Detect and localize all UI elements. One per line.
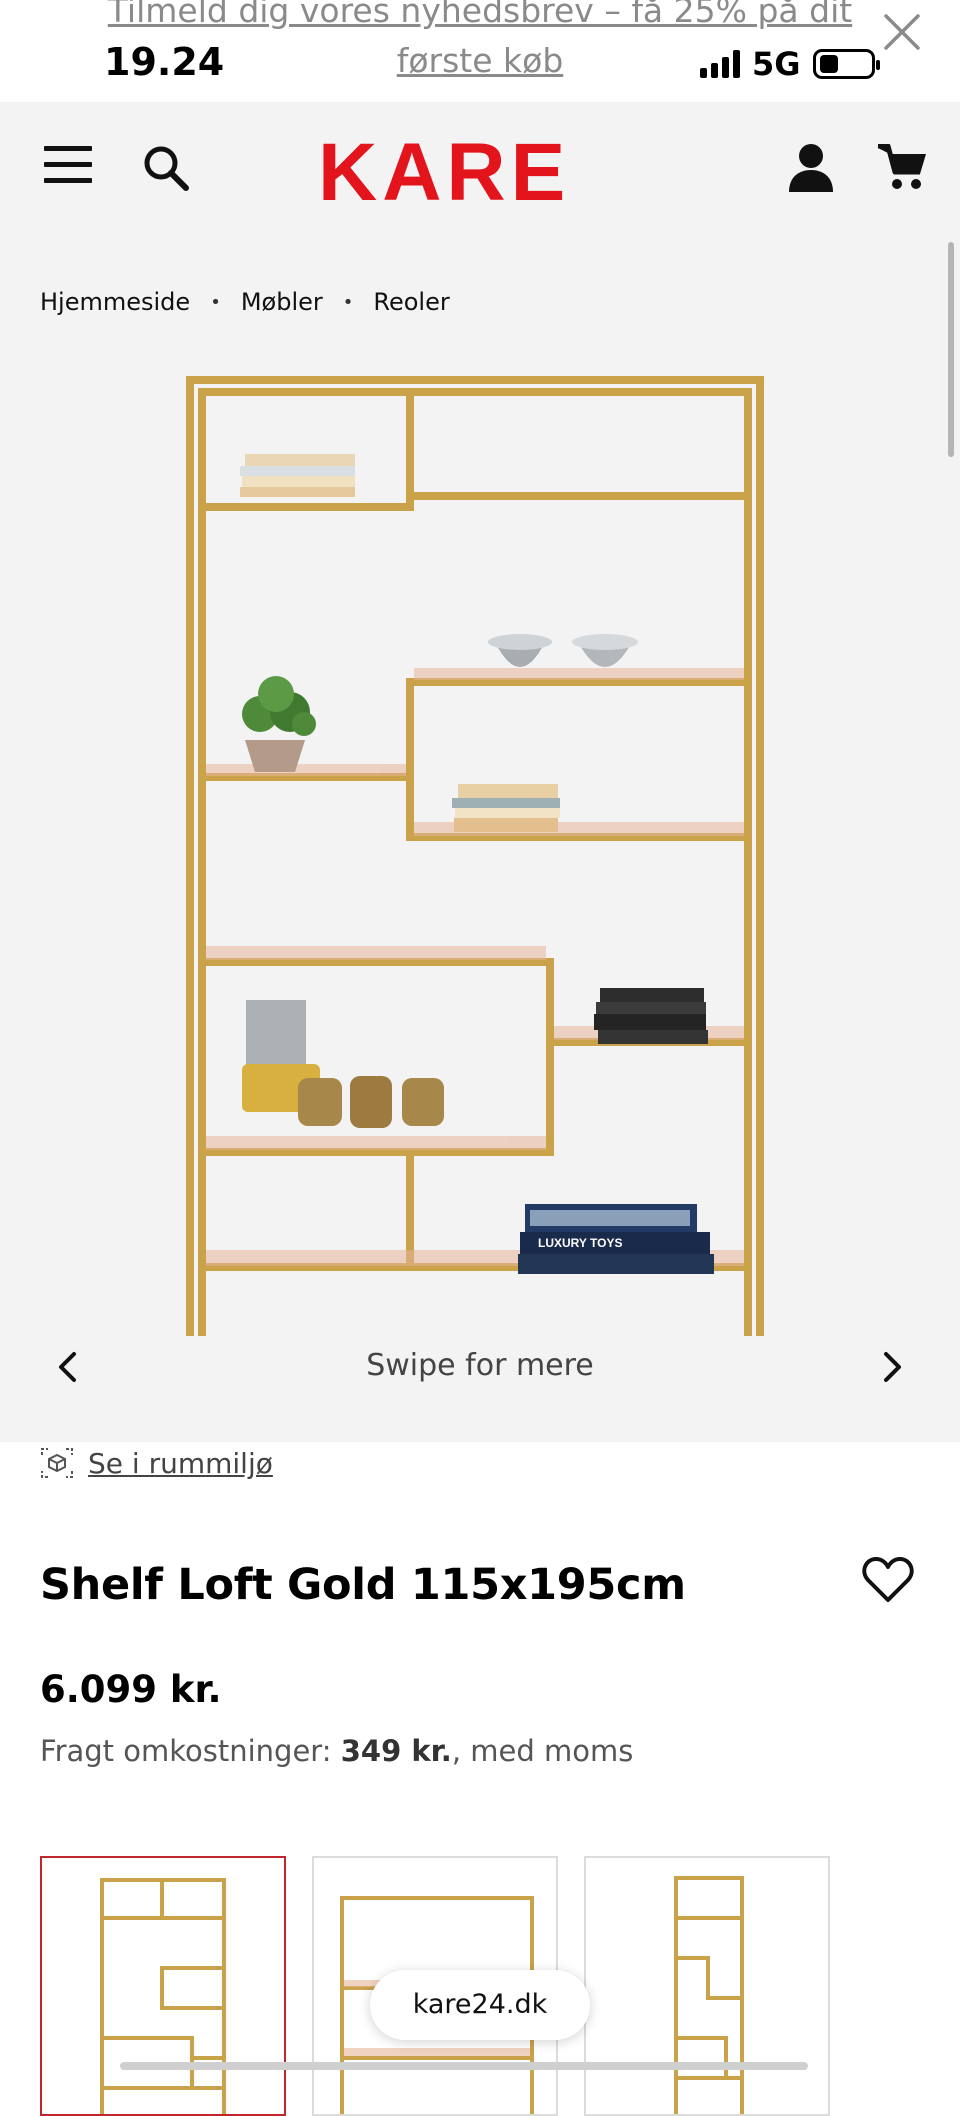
breadcrumb-home[interactable]: Hjemmeside [40, 288, 190, 316]
product-hero: KARE Hjemmeside • Møbler • Reoler LUXURY… [0, 102, 960, 1442]
product-title: Shelf Loft Gold 115x195cm [40, 1560, 686, 1610]
search-icon[interactable] [142, 144, 190, 192]
kare-logo[interactable]: KARE [318, 132, 570, 214]
shipping-suffix: , med moms [451, 1734, 634, 1768]
top-navigation: KARE [0, 102, 960, 232]
thumbnail-1-image [100, 1878, 226, 2114]
battery-icon [812, 49, 880, 79]
breadcrumb-furniture[interactable]: Møbler [241, 288, 323, 316]
close-promo-icon[interactable] [880, 10, 924, 54]
shipping-label: Fragt omkostninger: [40, 1734, 332, 1768]
breadcrumb-separator: • [210, 291, 221, 313]
url-bar[interactable]: kare24.dk [370, 1970, 590, 2040]
thumbnail-1[interactable] [40, 1856, 286, 2116]
scrollbar[interactable] [948, 242, 954, 457]
breadcrumb-separator: • [342, 291, 354, 313]
signal-icon [700, 50, 740, 78]
network-type: 5G [752, 45, 801, 83]
carousel-hint: Swipe for mere [366, 1348, 594, 1383]
heart-icon[interactable] [862, 1556, 914, 1604]
status-time: 19.24 [104, 40, 225, 84]
product-price: 6.099 kr. [40, 1668, 222, 1711]
thumbnail-3-image [674, 1876, 744, 2114]
breadcrumb-shelves[interactable]: Reoler [373, 288, 449, 316]
shipping-info: Fragt omkostninger: 349 kr., med moms [40, 1734, 633, 1768]
menu-icon[interactable] [44, 146, 92, 184]
shipping-price: 349 kr. [340, 1734, 452, 1768]
image-carousel-controls: Swipe for mere [0, 1332, 960, 1402]
cart-icon[interactable] [878, 144, 926, 190]
ar-cube-icon [41, 1448, 73, 1478]
thumbnail-3[interactable] [584, 1856, 830, 2116]
status-bar: Tilmeld dig vores nyhedsbrev – få 25% på… [0, 0, 960, 102]
breadcrumb: Hjemmeside • Møbler • Reoler [40, 288, 450, 316]
room-view-link[interactable]: Se i rummiljø [40, 1446, 273, 1480]
book-title-text: LUXURY TOYS [538, 1236, 622, 1250]
status-indicators: 5G [700, 44, 880, 84]
product-image[interactable]: LUXURY TOYS [180, 352, 780, 1352]
account-icon[interactable] [788, 142, 834, 192]
home-indicator [120, 2062, 808, 2070]
promo-line-1: Tilmeld dig vores nyhedsbrev – få 25% på… [107, 0, 853, 30]
chevron-right-icon[interactable] [874, 1350, 908, 1384]
room-view-label: Se i rummiljø [88, 1446, 273, 1480]
